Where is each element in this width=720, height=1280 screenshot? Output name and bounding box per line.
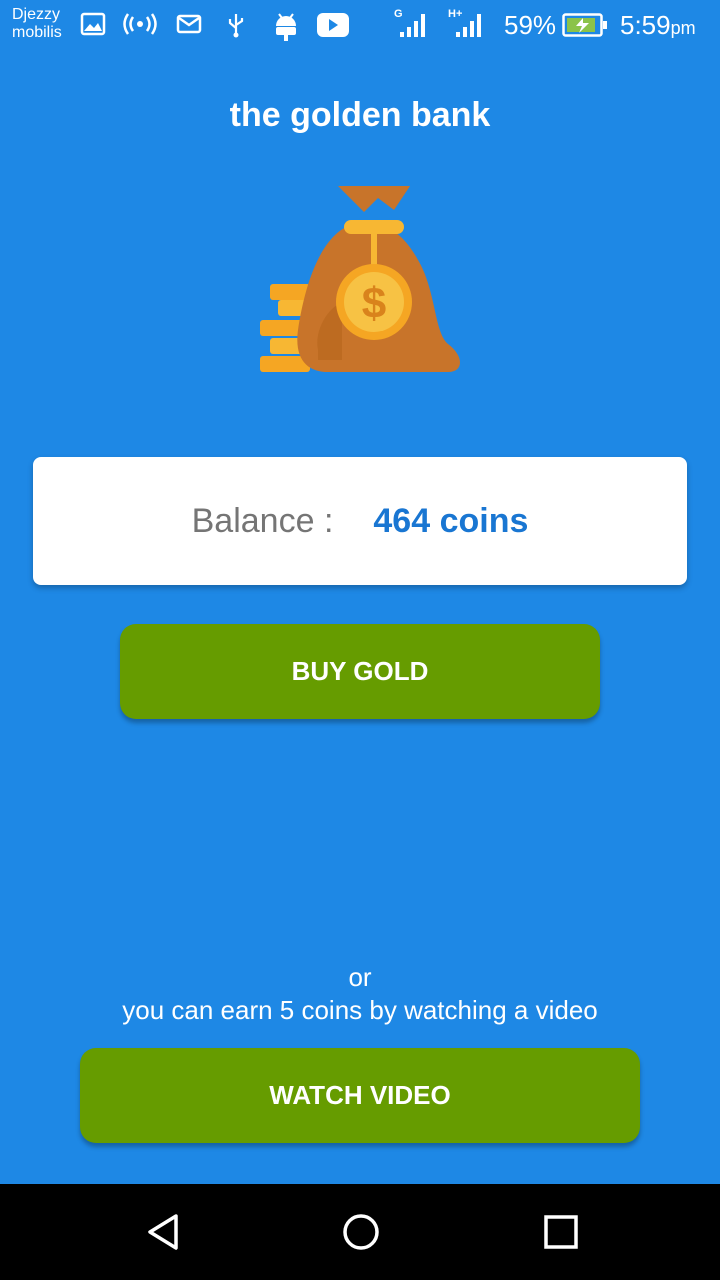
earn-coins-text: you can earn 5 coins by watching a video — [122, 995, 598, 1025]
back-icon[interactable] — [144, 1212, 184, 1252]
hotspot-icon — [123, 13, 157, 35]
buy-gold-button[interactable]: BUY GOLD — [120, 624, 600, 719]
svg-text:H+: H+ — [448, 8, 462, 20]
recents-icon[interactable] — [541, 1212, 581, 1252]
balance-label: Balance : — [191, 501, 334, 540]
home-icon[interactable] — [341, 1212, 381, 1252]
usb-icon — [228, 14, 244, 38]
or-text: or — [348, 962, 372, 992]
svg-text:$: $ — [362, 279, 386, 328]
battery-charging-icon — [562, 13, 607, 37]
clock: 5:59pm — [620, 10, 696, 40]
battery-percent: 59% — [504, 10, 557, 40]
money-bag-icon: $ — [260, 186, 460, 372]
mail-icon — [176, 14, 202, 34]
balance-card: Balance : 464 coins — [33, 457, 687, 585]
signal-g-icon: G — [394, 8, 425, 37]
carrier-label: Djezzy mobilis — [12, 6, 62, 41]
svg-text:G: G — [394, 8, 403, 20]
balance-value: 464 coins — [373, 501, 529, 540]
watch-video-button[interactable]: WATCH VIDEO — [80, 1048, 640, 1143]
image-icon — [80, 12, 106, 36]
signal-h-icon: H+ — [448, 8, 481, 37]
navigation-bar — [0, 1184, 720, 1280]
status-bar: Djezzy mobilis G H+ 59% 5:59pm — [0, 0, 720, 50]
youtube-icon — [317, 13, 349, 37]
page-title: the golden bank — [229, 96, 491, 134]
android-icon — [276, 13, 296, 41]
